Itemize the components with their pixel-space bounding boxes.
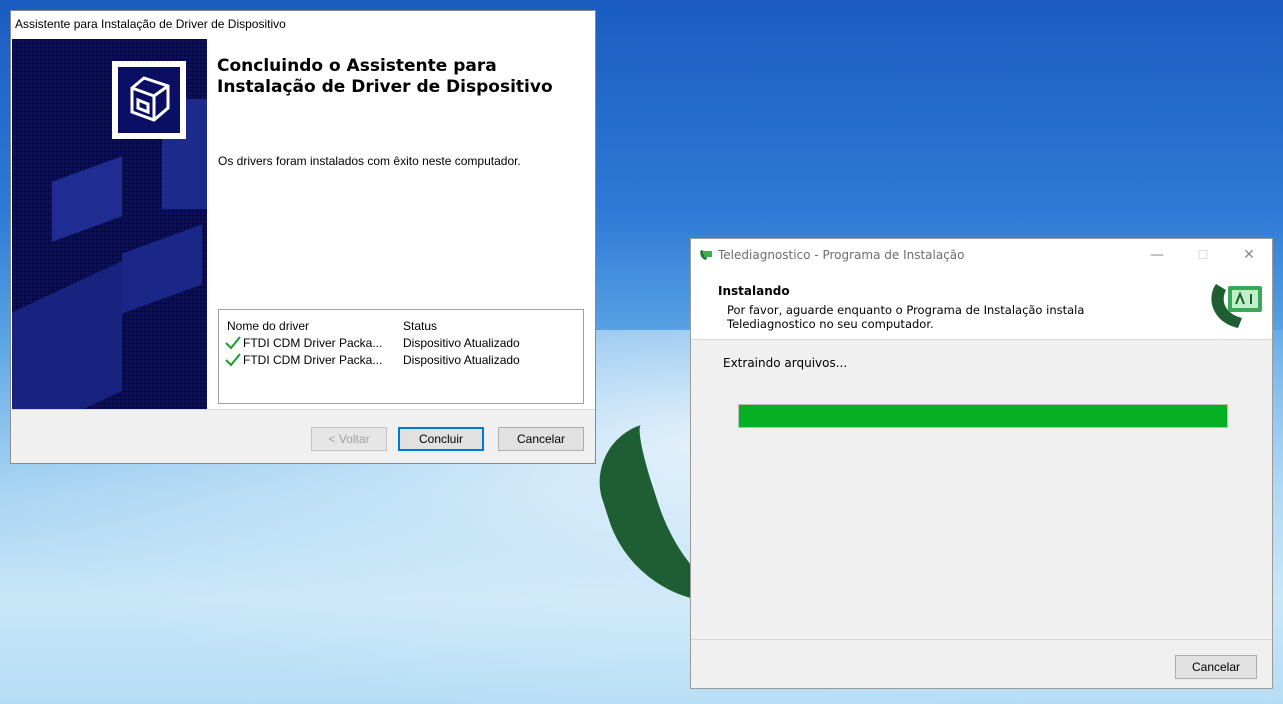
driver-list[interactable]: Nome do driver Status FTDI CDM Driver Pa…	[218, 309, 584, 404]
check-icon	[225, 335, 241, 349]
installer-footer: Cancelar	[691, 640, 1272, 688]
driver-name-cell: FTDI CDM Driver Packa...	[219, 336, 394, 350]
driver-name-cell: FTDI CDM Driver Packa...	[219, 353, 394, 367]
hardware-icon	[112, 61, 186, 139]
finish-button[interactable]: Concluir	[398, 427, 484, 451]
installer-step-description: Por favor, aguarde enquanto o Programa d…	[727, 303, 1085, 331]
installer-cancel-button[interactable]: Cancelar	[1175, 655, 1257, 679]
telediagnostico-logo-icon	[1211, 284, 1262, 328]
progress-bar-fill	[739, 405, 1227, 427]
wizard-sidebar-banner	[12, 39, 207, 409]
installer-status-text: Extraindo arquivos...	[723, 356, 848, 370]
driver-wizard-window: Assistente para Instalação de Driver de …	[10, 10, 596, 464]
driver-name: FTDI CDM Driver Packa...	[243, 335, 383, 350]
driver-status: Dispositivo Atualizado	[403, 352, 520, 367]
wizard-footer: < Voltar Concluir Cancelar	[11, 409, 595, 463]
app-icon	[700, 250, 712, 260]
installer-step-title: Instalando	[718, 284, 790, 298]
installer-title: Telediagnostico - Programa de Instalação	[718, 248, 965, 262]
minimize-icon[interactable]: —	[1134, 247, 1180, 263]
wizard-success-message: Os drivers foram instalados com êxito ne…	[218, 154, 521, 168]
sidebar-decoration	[12, 261, 122, 409]
cancel-button[interactable]: Cancelar	[498, 427, 584, 451]
wizard-heading: Concluindo o Assistente para Instalação …	[217, 56, 553, 97]
wizard-titlebar[interactable]: Assistente para Instalação de Driver de …	[11, 11, 595, 38]
table-row[interactable]: FTDI CDM Driver Packa... Dispositivo Atu…	[219, 351, 583, 368]
sidebar-decoration	[122, 224, 202, 314]
maximize-icon[interactable]: ☐	[1180, 248, 1226, 262]
installer-titlebar[interactable]: Telediagnostico - Programa de Instalação…	[691, 239, 1272, 271]
wizard-title: Assistente para Instalação de Driver de …	[15, 17, 286, 31]
back-button[interactable]: < Voltar	[311, 427, 387, 451]
driver-list-header: Nome do driver Status	[219, 310, 583, 334]
column-header-status[interactable]: Status	[394, 319, 579, 334]
table-row[interactable]: FTDI CDM Driver Packa... Dispositivo Atu…	[219, 334, 583, 351]
installer-window: Telediagnostico - Programa de Instalação…	[690, 238, 1273, 689]
column-header-driver-name[interactable]: Nome do driver	[219, 319, 394, 334]
installer-header: Instalando Por favor, aguarde enquanto o…	[691, 271, 1272, 340]
check-icon	[225, 352, 241, 366]
driver-name: FTDI CDM Driver Packa...	[243, 352, 383, 367]
sidebar-decoration	[52, 156, 122, 242]
driver-status: Dispositivo Atualizado	[403, 335, 520, 350]
progress-bar	[738, 404, 1228, 428]
close-icon[interactable]: ✕	[1226, 247, 1272, 263]
